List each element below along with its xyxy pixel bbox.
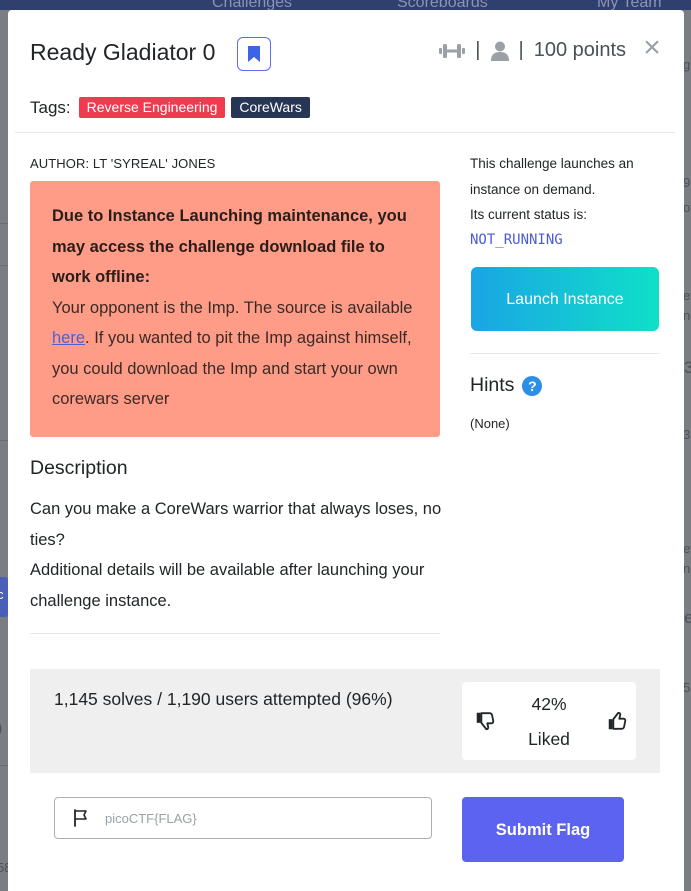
description-divider [30, 633, 440, 634]
background-navbar: Challenges Scoreboards My Team [0, 0, 691, 10]
background-text: ev [683, 288, 691, 303]
side-divider [470, 353, 660, 354]
flag-input[interactable] [105, 798, 425, 838]
points-label: 100 points [533, 39, 626, 61]
flag-icon [74, 809, 87, 827]
user-icon [490, 41, 509, 61]
background-divider [0, 223, 8, 224]
thumbs-up-icon[interactable] [606, 710, 628, 732]
background-text: of [683, 200, 691, 215]
background-text: g [683, 57, 691, 72]
nav-challenges: Challenges [212, 0, 293, 10]
header-divider [15, 132, 675, 133]
nav-my-team: My Team [597, 0, 662, 10]
background-text: ng [683, 561, 691, 576]
launch-instance-button[interactable]: Launch Instance [471, 267, 659, 331]
nav-scoreboards: Scoreboards [397, 0, 488, 10]
author-label: AUTHOR: LT 'SYREAL' JONES [30, 156, 216, 171]
close-button[interactable]: × [640, 31, 664, 64]
solves-count: 1,145 solves / 1,190 users attempted (96… [54, 689, 393, 709]
meta-separator: | [475, 39, 481, 61]
background-text: 37 [683, 427, 691, 442]
background-text: 9 [683, 175, 691, 190]
challenge-modal: Ready Gladiator 0 | | 100 points × Tags:… [8, 10, 684, 891]
tags-row: Tags: Reverse Engineering CoreWars [30, 97, 310, 118]
instance-status: NOT_RUNNING [470, 232, 563, 248]
dumbbell-icon [439, 43, 466, 58]
maintenance-alert: Due to Instance Launching maintenance, y… [30, 181, 440, 437]
alert-text: . If you wanted to pit the Imp against h… [52, 329, 412, 408]
background-text: 53 [683, 680, 691, 695]
background-divider [0, 440, 8, 441]
challenge-title: Ready Gladiator 0 [30, 39, 216, 65]
tag-reverse-engineering[interactable]: Reverse Engineering [78, 97, 226, 118]
alert-text: Your opponent is the Imp. The source is … [52, 298, 413, 317]
instance-info-text: This challenge launches an instance on d… [470, 156, 634, 197]
description-line: Additional details will be available aft… [30, 561, 425, 610]
description-line: Can you make a CoreWars warrior that alw… [30, 500, 442, 549]
background-text: 3 [684, 358, 691, 377]
submit-flag-button[interactable]: Submit Flag [462, 797, 624, 862]
challenge-meta: | | 100 points [439, 39, 626, 62]
hints-value: (None) [470, 416, 510, 431]
background-text: ev [683, 541, 691, 556]
bookmark-button[interactable] [237, 37, 271, 71]
liked-label: Liked [528, 729, 570, 749]
flag-field [54, 797, 432, 839]
close-icon: × [643, 31, 661, 64]
hints-heading: Hints ? [470, 374, 543, 397]
background-text: ng [683, 308, 691, 323]
instance-info: This challenge launches an instance on d… [470, 151, 670, 228]
background-text: c [0, 587, 4, 602]
tags-label: Tags: [30, 97, 71, 117]
background-text: ) [0, 720, 2, 738]
meta-separator: | [518, 39, 524, 61]
question-circle-icon[interactable]: ? [522, 375, 543, 396]
instance-status-label: Its current status is: [470, 207, 588, 222]
tag-corewars[interactable]: CoreWars [231, 97, 310, 118]
alert-body: Your opponent is the Imp. The source is … [52, 293, 418, 415]
description-title: Description [30, 457, 128, 479]
description-body: Can you make a CoreWars warrior that alw… [30, 494, 450, 616]
alert-heading: Due to Instance Launching maintenance, y… [52, 207, 407, 286]
background-divider [0, 765, 8, 766]
stats-panel: 1,145 solves / 1,190 users attempted (96… [30, 669, 660, 773]
bookmark-icon [248, 46, 260, 62]
background-text: e [684, 608, 691, 627]
background-divider [0, 265, 8, 266]
source-download-link[interactable]: here [52, 329, 85, 347]
like-box: 42% Liked [462, 682, 636, 760]
hints-title: Hints [470, 374, 515, 396]
